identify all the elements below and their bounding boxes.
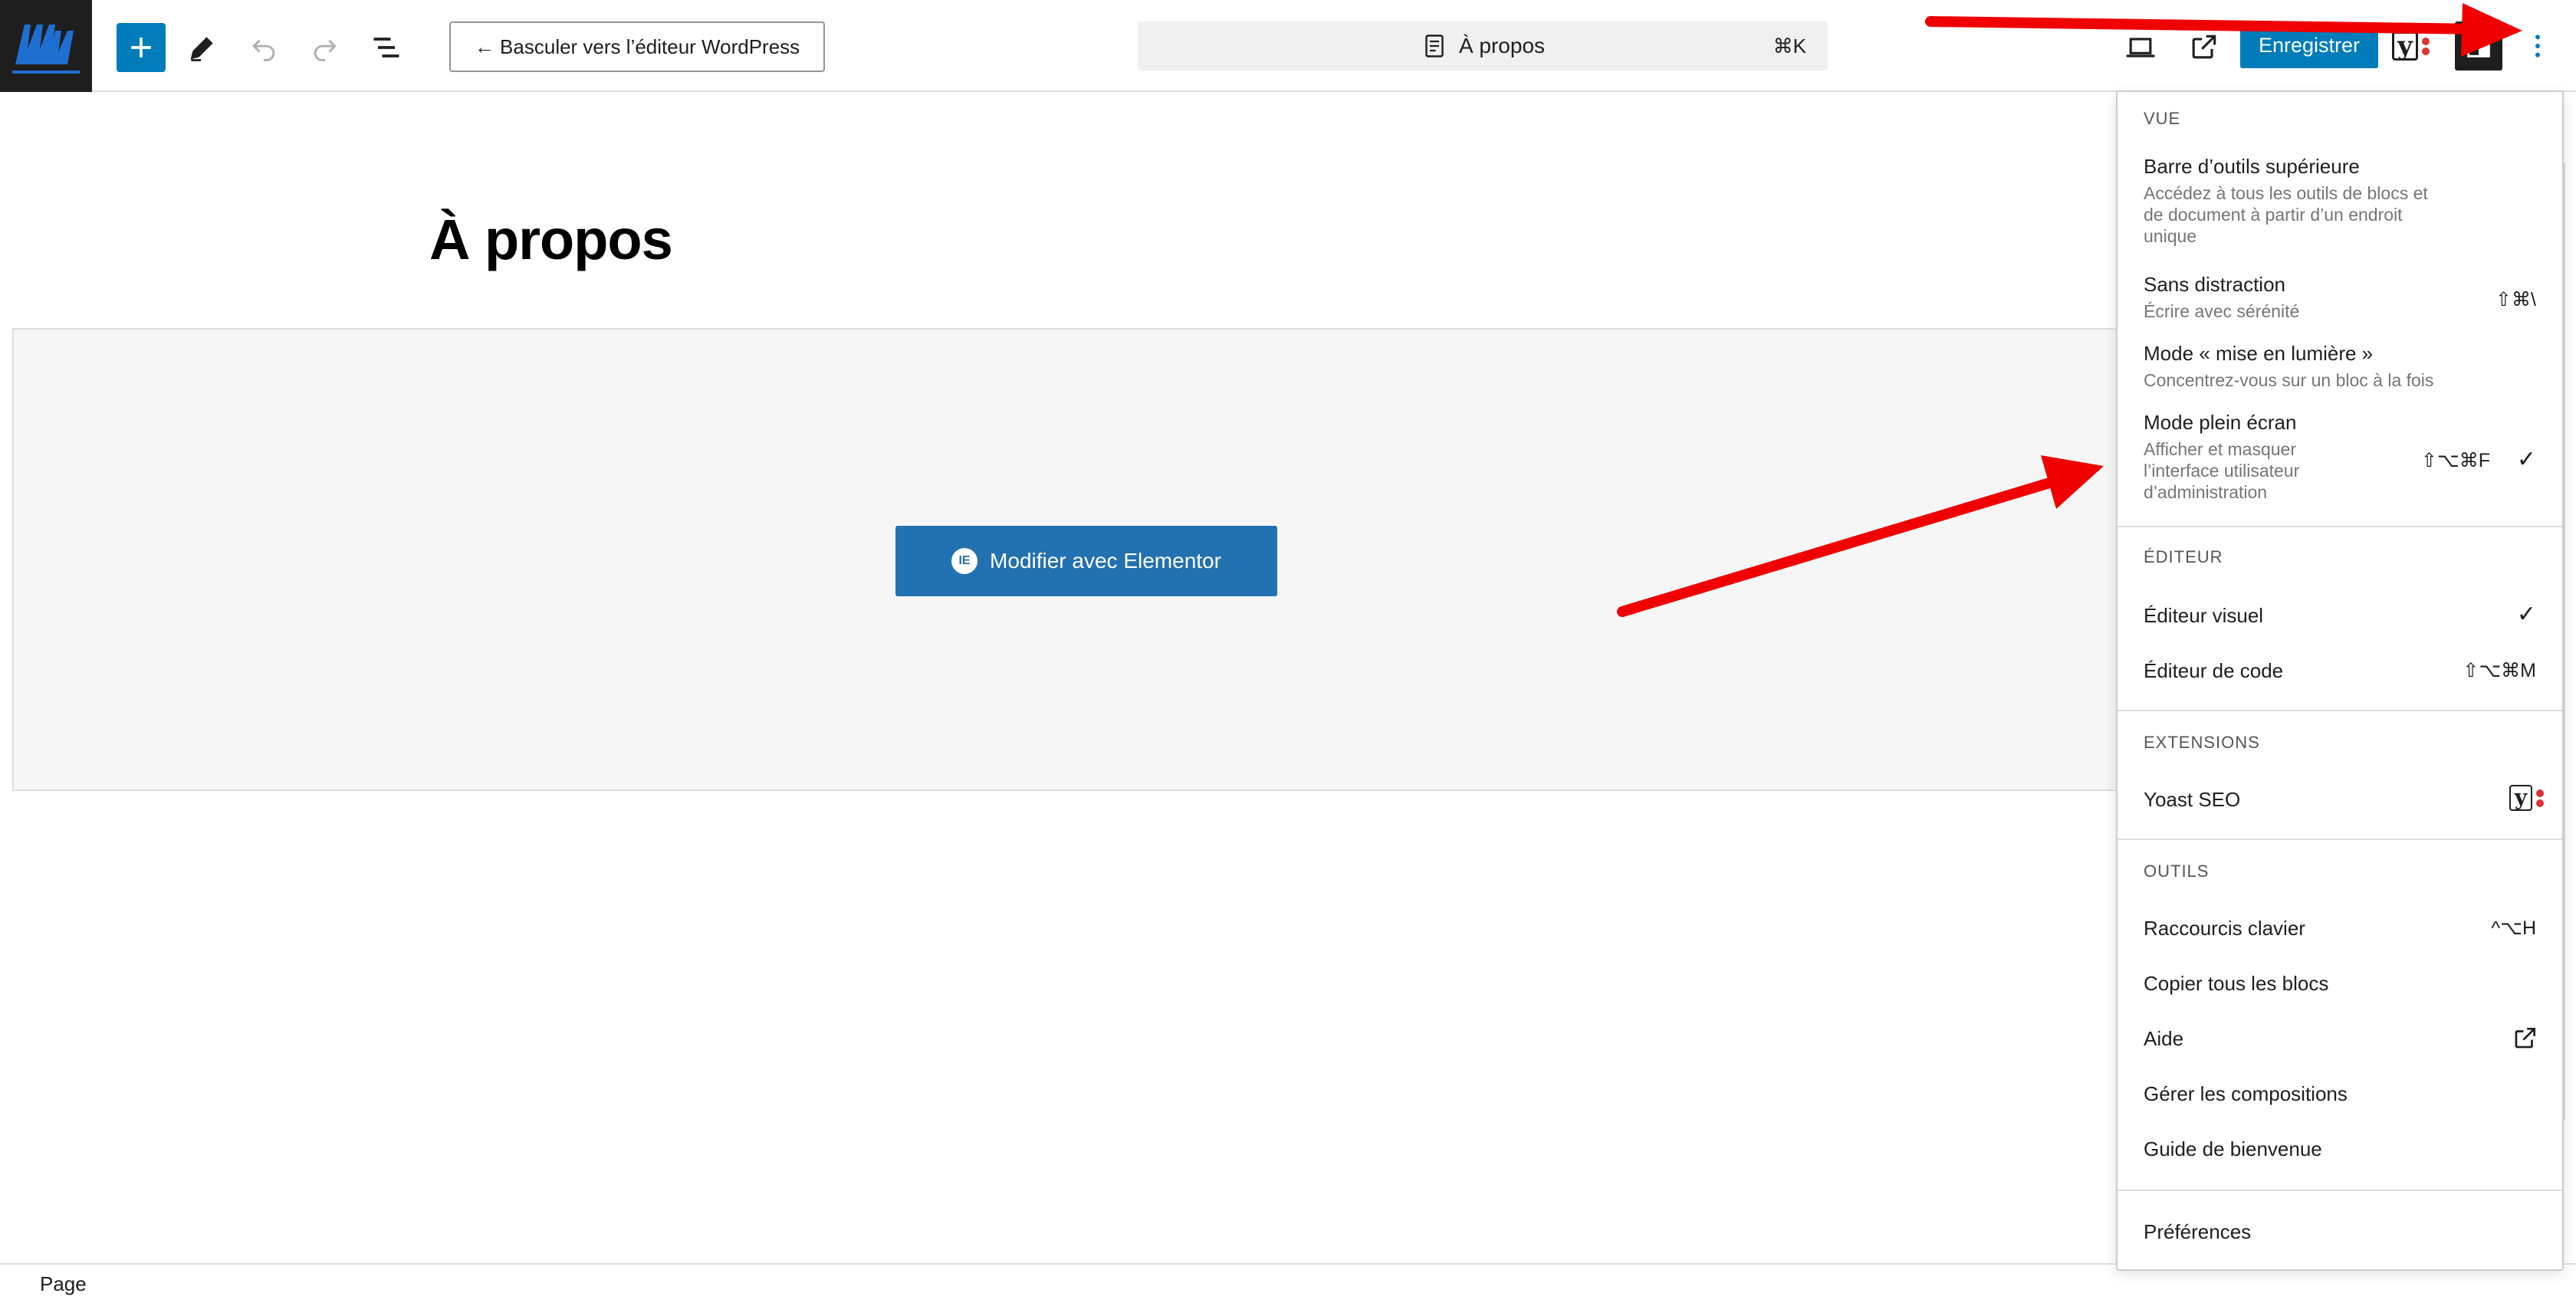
elementor-icon: IE xyxy=(951,548,978,574)
yoast-toolbar-button[interactable]: y xyxy=(2392,28,2438,64)
undo-icon xyxy=(252,39,275,61)
save-button[interactable]: Enregistrer xyxy=(2240,22,2378,68)
menu-separator xyxy=(2118,710,2562,711)
settings-button[interactable] xyxy=(2455,21,2502,71)
menu-item-label: Éditeur visuel xyxy=(2144,604,2264,627)
site-logo[interactable] xyxy=(0,0,92,92)
undo-button[interactable] xyxy=(239,23,288,72)
menu-item-help[interactable]: Aide xyxy=(2118,1021,2562,1059)
tools-button[interactable] xyxy=(178,23,227,72)
laptop-icon xyxy=(2126,38,2155,57)
menu-item-shortcut: ⇧⌥⌘M xyxy=(2463,660,2536,681)
command-palette-bar[interactable]: À propos ⌘K xyxy=(1138,21,1828,71)
view-page-button[interactable] xyxy=(2179,23,2228,72)
menu-item-label: Yoast SEO xyxy=(2144,788,2241,811)
breadcrumb-page[interactable]: Page xyxy=(40,1272,87,1296)
menu-item-description: Concentrez-vous sur un bloc à la fois xyxy=(2144,370,2434,390)
options-menu-button[interactable] xyxy=(2515,21,2561,71)
menu-item-label: Mode « mise en lumière » xyxy=(2144,342,2374,365)
editor-header: ← Basculer vers l’éditeur WordPress À pr… xyxy=(0,0,2576,92)
document-title: À propos xyxy=(1458,34,1546,57)
document-title-area: À propos xyxy=(1138,21,1828,71)
menu-item-label: Gérer les compositions xyxy=(2144,1082,2348,1105)
edit-with-elementor-label: Modifier avec Elementor xyxy=(990,549,1221,573)
page-icon xyxy=(1425,34,1444,57)
yoast-icon: y xyxy=(2509,785,2544,811)
menu-item-visual-editor[interactable]: Éditeur visuel ✓ xyxy=(2118,598,2562,636)
redo-button[interactable] xyxy=(301,23,350,72)
menu-item-manage-patterns[interactable]: Gérer les compositions xyxy=(2118,1076,2562,1114)
elementor-placeholder: IE Modifier avec Elementor xyxy=(12,328,2358,791)
menu-group-title-editor: ÉDITEUR xyxy=(2144,547,2223,566)
check-icon: ✓ xyxy=(2516,447,2536,472)
menu-item-description: Accédez à tous les outils de blocs et xyxy=(2144,183,2428,203)
menu-item-fullscreen-mode[interactable]: Mode plein écran Afficher et masquer l’i… xyxy=(2118,411,2562,510)
list-view-icon xyxy=(373,38,399,57)
menu-item-label: Sans distraction xyxy=(2144,273,2285,296)
switch-editor-label: ← Basculer vers l’éditeur WordPress xyxy=(474,34,800,58)
check-icon: ✓ xyxy=(2516,602,2536,627)
menu-item-description: l’interface utilisateur xyxy=(2144,461,2300,481)
menu-item-label: Éditeur de code xyxy=(2144,659,2284,682)
menu-item-preferences[interactable]: Préférences xyxy=(2118,1214,2562,1252)
menu-group-title-view: VUE xyxy=(2144,109,2181,128)
menu-item-label: Copier tous les blocs xyxy=(2144,972,2329,995)
menu-item-copy-all-blocks[interactable]: Copier tous les blocs xyxy=(2118,966,2562,1004)
sidebar-edge xyxy=(2564,162,2576,1121)
external-link-icon xyxy=(2192,34,2216,59)
menu-item-label: Guide de bienvenue xyxy=(2144,1137,2322,1160)
menu-group-title-tools: OUTILS xyxy=(2144,862,2210,881)
menu-item-label: Aide xyxy=(2144,1027,2184,1050)
menu-item-shortcut: ⇧⌘\ xyxy=(2496,289,2536,310)
external-link-icon xyxy=(2515,1027,2536,1049)
menu-item-label: Préférences xyxy=(2144,1220,2252,1243)
menu-item-description: d’administration xyxy=(2144,482,2268,502)
add-block-button[interactable] xyxy=(117,23,166,72)
redo-icon xyxy=(314,39,337,61)
plus-icon xyxy=(131,38,151,57)
menu-item-spotlight-mode[interactable]: Mode « mise en lumière » Concentrez-vous… xyxy=(2118,342,2562,395)
preview-button[interactable] xyxy=(2116,23,2165,72)
menu-separator xyxy=(2118,1190,2562,1191)
menu-group-title-extensions: EXTENSIONS xyxy=(2144,733,2260,752)
menu-item-shortcut: ⇧⌥⌘F xyxy=(2420,450,2490,471)
switch-to-wordpress-editor-button[interactable]: ← Basculer vers l’éditeur WordPress xyxy=(449,21,825,72)
menu-item-description: Écrire avec sérénité xyxy=(2144,301,2300,321)
more-vertical-icon xyxy=(2535,34,2540,57)
menu-item-description: de document à partir d’un endroit xyxy=(2144,205,2403,225)
menu-item-shortcut: ^⌥H xyxy=(2491,917,2536,939)
edit-with-elementor-button[interactable]: IE Modifier avec Elementor xyxy=(895,526,1277,596)
menu-separator xyxy=(2118,839,2562,840)
document-overview-button[interactable] xyxy=(362,23,411,72)
post-title[interactable]: À propos xyxy=(429,207,673,272)
yoast-status-dots xyxy=(2422,37,2430,55)
site-logo-icon xyxy=(9,9,83,83)
options-dropdown-menu: VUE Barre d’outils supérieure Accédez à … xyxy=(2116,90,2564,1271)
sidebar-toggle-icon xyxy=(2467,34,2490,57)
menu-item-keyboard-shortcuts[interactable]: Raccourcis clavier ^⌥H xyxy=(2118,911,2562,949)
menu-item-code-editor[interactable]: Éditeur de code ⇧⌥⌘M xyxy=(2118,653,2562,691)
menu-item-distraction-free[interactable]: Sans distraction Écrire avec sérénité ⇧⌘… xyxy=(2118,273,2562,327)
menu-separator xyxy=(2118,526,2562,527)
menu-item-description: unique xyxy=(2144,226,2197,246)
menu-item-label: Raccourcis clavier xyxy=(2144,917,2305,940)
menu-item-yoast-seo[interactable]: Yoast SEO y xyxy=(2118,782,2562,820)
menu-item-description: Afficher et masquer xyxy=(2144,439,2297,459)
menu-item-label: Mode plein écran xyxy=(2144,411,2297,434)
command-shortcut: ⌘K xyxy=(1773,34,1806,57)
yoast-icon: y xyxy=(2392,31,2418,61)
pencil-icon xyxy=(190,37,213,61)
menu-item-label: Barre d’outils supérieure xyxy=(2144,155,2360,178)
menu-item-top-toolbar[interactable]: Barre d’outils supérieure Accédez à tous… xyxy=(2118,155,2562,254)
menu-item-welcome-guide[interactable]: Guide de bienvenue xyxy=(2118,1131,2562,1170)
